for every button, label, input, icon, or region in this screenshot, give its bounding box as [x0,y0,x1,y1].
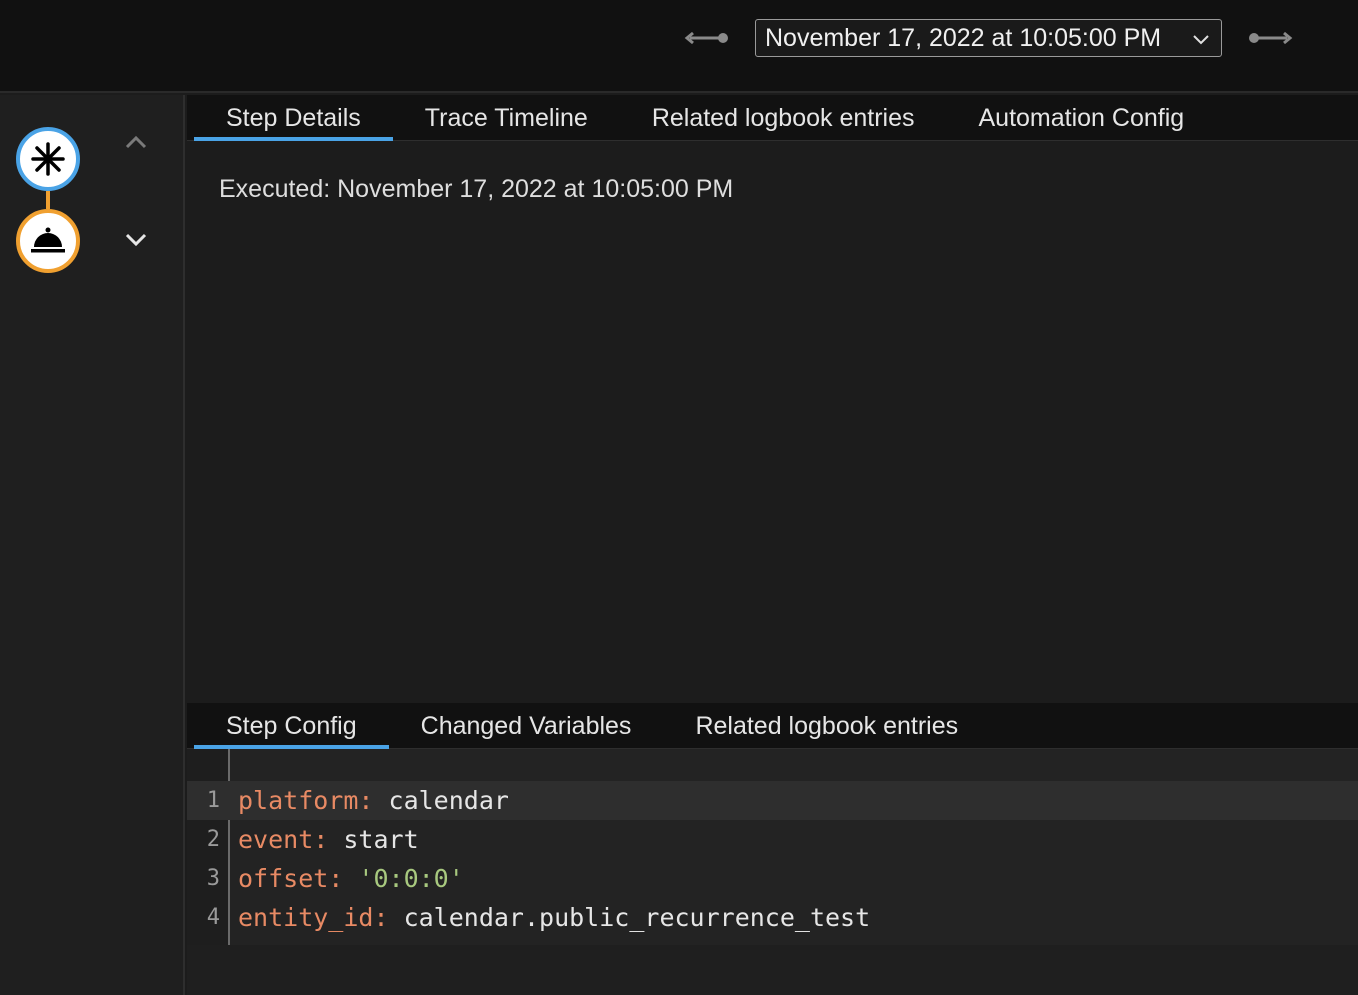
yaml-value: calendar.public_recurrence_test [388,903,871,932]
top-bar: November 17, 2022 at 10:05:00 PM [0,0,1358,93]
tab-step-related-logbook[interactable]: Related logbook entries [663,703,990,749]
line-number: 2 [206,827,220,852]
line-number: 4 [206,905,220,930]
trace-select-value: November 17, 2022 at 10:05:00 PM [765,23,1162,52]
tab-automation-config[interactable]: Automation Config [946,95,1216,141]
chevron-down-icon [125,233,147,247]
executed-timestamp: Executed: November 17, 2022 at 10:05:00 … [219,175,734,203]
trace-graph-sidebar [0,95,185,995]
next-step-button[interactable] [118,221,154,257]
yaml-key: platform: [238,786,374,815]
next-trace-button[interactable] [1246,24,1294,52]
trigger-node[interactable] [16,127,80,191]
code-text: platform: calendar [230,786,509,815]
step-tabs: Step Config Changed Variables Related lo… [187,703,1358,749]
tab-changed-variables[interactable]: Changed Variables [389,703,664,749]
code-line[interactable]: 1 platform: calendar [187,781,1358,820]
yaml-key: event: [238,825,329,854]
asterisk-icon [31,142,65,176]
trace-select[interactable]: November 17, 2022 at 10:05:00 PM [755,19,1222,57]
code-line[interactable]: 3 offset: '0:0:0' [187,859,1358,898]
chevron-up-icon [125,135,147,149]
panel-footer [187,945,1358,995]
action-node[interactable] [16,209,80,273]
code-text: event: start [230,825,419,854]
tab-related-logbook[interactable]: Related logbook entries [620,95,947,141]
yaml-key: offset: [238,864,344,893]
chevron-down-icon [1193,35,1209,45]
bell-service-icon [31,227,65,253]
yaml-string-value: '0:0:0' [343,864,464,893]
code-line[interactable]: 4 entity_id: calendar.public_recurrence_… [187,898,1358,937]
arrow-right-icon [1249,31,1293,45]
code-text: offset: '0:0:0' [230,864,464,893]
node-connector [46,191,50,209]
arrow-left-icon [684,31,728,45]
line-number: 1 [206,788,220,813]
trace-tabs: Step Details Trace Timeline Related logb… [187,95,1358,141]
line-number: 3 [206,866,220,891]
trace-main-panel: Step Details Trace Timeline Related logb… [187,95,1358,995]
yaml-value: calendar [373,786,509,815]
code-line[interactable]: 2 event: start [187,820,1358,859]
yaml-value: start [328,825,419,854]
tab-trace-timeline[interactable]: Trace Timeline [393,95,620,141]
tab-step-config[interactable]: Step Config [194,703,389,749]
yaml-code-editor[interactable]: 1 platform: calendar 2 event: start 3 of… [187,749,1358,945]
previous-step-button[interactable] [118,125,154,161]
previous-trace-button[interactable] [683,24,731,52]
yaml-key: entity_id: [238,903,389,932]
code-text: entity_id: calendar.public_recurrence_te… [230,903,870,932]
tab-step-details[interactable]: Step Details [194,95,393,141]
